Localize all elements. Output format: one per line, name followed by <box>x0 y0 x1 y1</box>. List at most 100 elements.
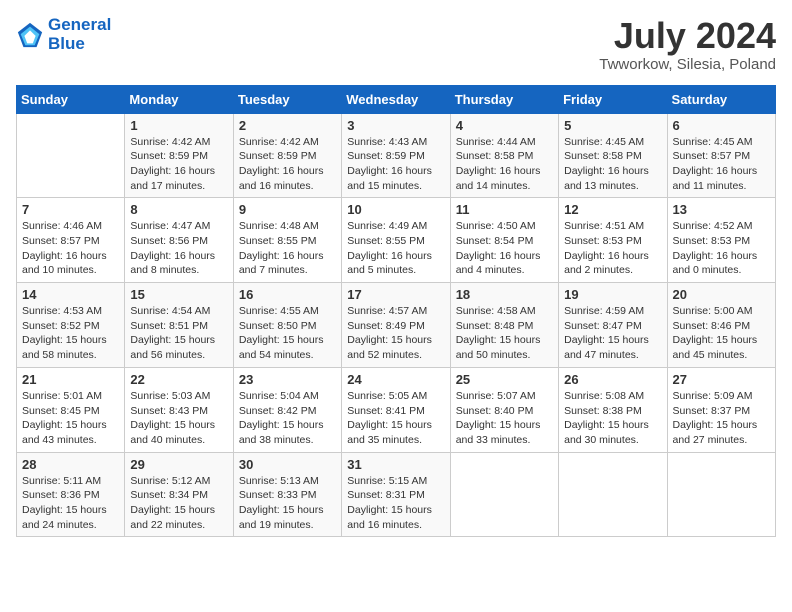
day-info: Sunrise: 4:46 AM Sunset: 8:57 PM Dayligh… <box>22 219 119 278</box>
day-number: 29 <box>130 457 227 472</box>
calendar-cell <box>667 452 775 537</box>
calendar-cell: 27Sunrise: 5:09 AM Sunset: 8:37 PM Dayli… <box>667 367 775 452</box>
day-info: Sunrise: 4:48 AM Sunset: 8:55 PM Dayligh… <box>239 219 336 278</box>
day-info: Sunrise: 4:52 AM Sunset: 8:53 PM Dayligh… <box>673 219 770 278</box>
calendar-week-row: 1 Sunrise: 4:42 AM Sunset: 8:59 PM Daylig… <box>17 113 776 198</box>
calendar-cell: 28 Sunrise: 5:11 AM Sunset: 8:36 PM Dayli… <box>17 452 125 537</box>
day-number: 18 <box>456 287 553 302</box>
day-info: Sunrise: 5:04 AM Sunset: 8:42 PM Dayligh… <box>239 389 336 448</box>
day-info: Sunrise: 5:13 AM Sunset: 8:33 PM Dayligh… <box>239 474 336 533</box>
calendar-week-row: 28 Sunrise: 5:11 AM Sunset: 8:36 PM Dayli… <box>17 452 776 537</box>
day-number: 11 <box>456 202 553 217</box>
calendar-table: SundayMondayTuesdayWednesdayThursdayFrid… <box>16 85 776 538</box>
day-number: 30 <box>239 457 336 472</box>
calendar-week-row: 7Sunrise: 4:46 AM Sunset: 8:57 PM Daylig… <box>17 198 776 283</box>
month-year-title: July 2024 <box>599 16 776 56</box>
day-number: 28 <box>22 457 119 472</box>
day-header-sunday: Sunday <box>17 85 125 113</box>
calendar-cell: 12Sunrise: 4:51 AM Sunset: 8:53 PM Dayli… <box>559 198 667 283</box>
day-number: 22 <box>130 372 227 387</box>
day-info: Sunrise: 4:45 AM Sunset: 8:58 PM Dayligh… <box>564 135 661 194</box>
day-info: Sunrise: 4:57 AM Sunset: 8:49 PM Dayligh… <box>347 304 444 363</box>
calendar-cell: 18 Sunrise: 4:58 AM Sunset: 8:48 PM Dayli… <box>450 283 558 368</box>
calendar-cell: 14Sunrise: 4:53 AM Sunset: 8:52 PM Dayli… <box>17 283 125 368</box>
day-info: Sunrise: 4:45 AM Sunset: 8:57 PM Dayligh… <box>673 135 770 194</box>
calendar-cell: 9 Sunrise: 4:48 AM Sunset: 8:55 PM Daylig… <box>233 198 341 283</box>
day-headers-row: SundayMondayTuesdayWednesdayThursdayFrid… <box>17 85 776 113</box>
calendar-cell: 26Sunrise: 5:08 AM Sunset: 8:38 PM Dayli… <box>559 367 667 452</box>
calendar-cell <box>450 452 558 537</box>
calendar-cell: 23 Sunrise: 5:04 AM Sunset: 8:42 PM Dayli… <box>233 367 341 452</box>
day-number: 20 <box>673 287 770 302</box>
calendar-cell: 7Sunrise: 4:46 AM Sunset: 8:57 PM Daylig… <box>17 198 125 283</box>
day-number: 1 <box>130 118 227 133</box>
day-number: 25 <box>456 372 553 387</box>
day-header-tuesday: Tuesday <box>233 85 341 113</box>
day-info: Sunrise: 4:49 AM Sunset: 8:55 PM Dayligh… <box>347 219 444 278</box>
calendar-cell: 4Sunrise: 4:44 AM Sunset: 8:58 PM Daylig… <box>450 113 558 198</box>
title-block: July 2024 Twworkow, Silesia, Poland <box>599 16 776 73</box>
day-number: 19 <box>564 287 661 302</box>
day-info: Sunrise: 5:03 AM Sunset: 8:43 PM Dayligh… <box>130 389 227 448</box>
day-info: Sunrise: 5:07 AM Sunset: 8:40 PM Dayligh… <box>456 389 553 448</box>
day-info: Sunrise: 5:15 AM Sunset: 8:31 PM Dayligh… <box>347 474 444 533</box>
calendar-cell: 22 Sunrise: 5:03 AM Sunset: 8:43 PM Dayli… <box>125 367 233 452</box>
calendar-cell: 10 Sunrise: 4:49 AM Sunset: 8:55 PM Dayli… <box>342 198 450 283</box>
calendar-cell: 16Sunrise: 4:55 AM Sunset: 8:50 PM Dayli… <box>233 283 341 368</box>
day-info: Sunrise: 4:43 AM Sunset: 8:59 PM Dayligh… <box>347 135 444 194</box>
logo: General Blue <box>16 16 111 53</box>
day-number: 31 <box>347 457 444 472</box>
day-header-monday: Monday <box>125 85 233 113</box>
day-number: 8 <box>130 202 227 217</box>
day-number: 13 <box>673 202 770 217</box>
calendar-cell: 13 Sunrise: 4:52 AM Sunset: 8:53 PM Dayli… <box>667 198 775 283</box>
calendar-cell <box>17 113 125 198</box>
calendar-cell: 11 Sunrise: 4:50 AM Sunset: 8:54 PM Dayli… <box>450 198 558 283</box>
calendar-cell: 8 Sunrise: 4:47 AM Sunset: 8:56 PM Daylig… <box>125 198 233 283</box>
day-header-friday: Friday <box>559 85 667 113</box>
day-number: 24 <box>347 372 444 387</box>
calendar-cell: 20Sunrise: 5:00 AM Sunset: 8:46 PM Dayli… <box>667 283 775 368</box>
day-info: Sunrise: 5:08 AM Sunset: 8:38 PM Dayligh… <box>564 389 661 448</box>
day-info: Sunrise: 4:47 AM Sunset: 8:56 PM Dayligh… <box>130 219 227 278</box>
day-info: Sunrise: 5:01 AM Sunset: 8:45 PM Dayligh… <box>22 389 119 448</box>
day-info: Sunrise: 4:54 AM Sunset: 8:51 PM Dayligh… <box>130 304 227 363</box>
day-number: 4 <box>456 118 553 133</box>
calendar-week-row: 14Sunrise: 4:53 AM Sunset: 8:52 PM Dayli… <box>17 283 776 368</box>
day-info: Sunrise: 4:42 AM Sunset: 8:59 PM Dayligh… <box>239 135 336 194</box>
day-number: 6 <box>673 118 770 133</box>
day-info: Sunrise: 4:53 AM Sunset: 8:52 PM Dayligh… <box>22 304 119 363</box>
day-info: Sunrise: 5:11 AM Sunset: 8:36 PM Dayligh… <box>22 474 119 533</box>
day-number: 5 <box>564 118 661 133</box>
day-number: 15 <box>130 287 227 302</box>
page-header: General Blue July 2024 Twworkow, Silesia… <box>16 16 776 73</box>
calendar-body: 1 Sunrise: 4:42 AM Sunset: 8:59 PM Daylig… <box>17 113 776 537</box>
calendar-week-row: 21Sunrise: 5:01 AM Sunset: 8:45 PM Dayli… <box>17 367 776 452</box>
day-info: Sunrise: 4:50 AM Sunset: 8:54 PM Dayligh… <box>456 219 553 278</box>
day-info: Sunrise: 4:58 AM Sunset: 8:48 PM Dayligh… <box>456 304 553 363</box>
day-info: Sunrise: 4:42 AM Sunset: 8:59 PM Dayligh… <box>130 135 227 194</box>
day-info: Sunrise: 4:51 AM Sunset: 8:53 PM Dayligh… <box>564 219 661 278</box>
day-number: 9 <box>239 202 336 217</box>
calendar-cell: 3 Sunrise: 4:43 AM Sunset: 8:59 PM Daylig… <box>342 113 450 198</box>
day-header-thursday: Thursday <box>450 85 558 113</box>
calendar-cell: 30 Sunrise: 5:13 AM Sunset: 8:33 PM Dayli… <box>233 452 341 537</box>
calendar-cell: 15 Sunrise: 4:54 AM Sunset: 8:51 PM Dayli… <box>125 283 233 368</box>
calendar-cell: 31 Sunrise: 5:15 AM Sunset: 8:31 PM Dayli… <box>342 452 450 537</box>
day-number: 10 <box>347 202 444 217</box>
day-number: 23 <box>239 372 336 387</box>
calendar-cell: 24 Sunrise: 5:05 AM Sunset: 8:41 PM Dayli… <box>342 367 450 452</box>
day-info: Sunrise: 5:05 AM Sunset: 8:41 PM Dayligh… <box>347 389 444 448</box>
calendar-cell: 29Sunrise: 5:12 AM Sunset: 8:34 PM Dayli… <box>125 452 233 537</box>
day-info: Sunrise: 4:55 AM Sunset: 8:50 PM Dayligh… <box>239 304 336 363</box>
day-info: Sunrise: 4:59 AM Sunset: 8:47 PM Dayligh… <box>564 304 661 363</box>
day-number: 27 <box>673 372 770 387</box>
calendar-cell <box>559 452 667 537</box>
location-subtitle: Twworkow, Silesia, Poland <box>599 56 776 73</box>
calendar-cell: 6 Sunrise: 4:45 AM Sunset: 8:57 PM Daylig… <box>667 113 775 198</box>
logo-text: General Blue <box>48 16 111 53</box>
calendar-cell: 25 Sunrise: 5:07 AM Sunset: 8:40 PM Dayli… <box>450 367 558 452</box>
calendar-cell: 2Sunrise: 4:42 AM Sunset: 8:59 PM Daylig… <box>233 113 341 198</box>
day-number: 3 <box>347 118 444 133</box>
calendar-header: SundayMondayTuesdayWednesdayThursdayFrid… <box>17 85 776 113</box>
